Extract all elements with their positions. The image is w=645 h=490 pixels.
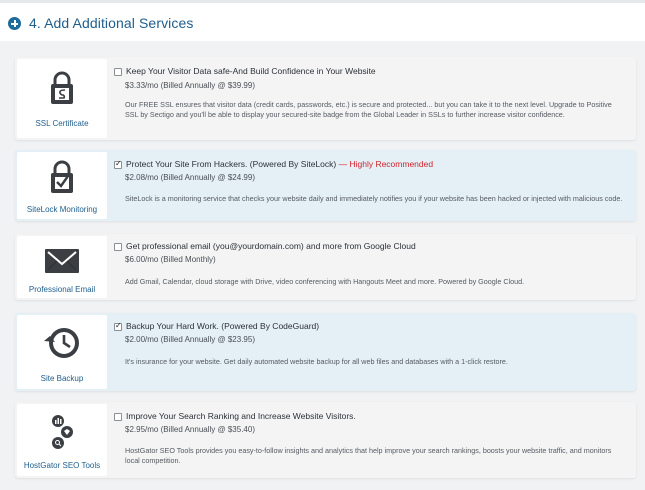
service-description: Add Gmail, Calendar, cloud storage with … [125, 277, 525, 286]
service-headline: Get professional email (you@yourdomain.c… [126, 241, 416, 251]
service-name: SiteLock Monitoring [26, 205, 98, 214]
service-checkbox[interactable] [114, 159, 122, 169]
service-card-sitelock: SiteLock Monitoring Protect Your Site Fr… [15, 150, 636, 221]
service-card-backup: Site Backup Backup Your Hard Work. (Powe… [15, 313, 636, 391]
envelope-icon [17, 248, 107, 274]
service-card-email: Professional Email Get professional emai… [15, 234, 636, 300]
service-name: Site Backup [40, 374, 84, 383]
service-icon-box: SSL Certificate [17, 59, 107, 138]
service-price: $2.00/mo (Billed Annually @ $23.95) [125, 335, 255, 344]
service-checkbox[interactable] [114, 68, 122, 76]
service-headline: Protect Your Site From Hackers. (Powered… [126, 159, 434, 169]
service-checkbox[interactable] [114, 321, 122, 331]
service-description: HostGator SEO Tools provides you easy-to… [125, 446, 612, 465]
service-price: $2.08/mo (Billed Annually @ $24.99) [125, 173, 255, 182]
service-name: HostGator SEO Tools [23, 461, 101, 470]
service-card-seo: HostGator SEO Tools Improve Your Search … [15, 402, 636, 478]
service-price: $6.00/mo (Billed Monthly) [125, 255, 216, 264]
clock-backup-icon [17, 324, 107, 362]
seo-tools-icon [17, 412, 107, 452]
service-card-ssl: SSL Certificate Keep Your Visitor Data s… [15, 57, 636, 140]
service-headline: Improve Your Search Ranking and Increase… [126, 411, 356, 421]
lock-check-icon [17, 160, 107, 194]
service-name: Professional Email [28, 285, 96, 294]
service-checkbox[interactable] [114, 413, 122, 421]
plus-circle-icon[interactable] [8, 17, 21, 30]
section-title: 4. Add Additional Services [29, 15, 194, 31]
section-header[interactable]: 4. Add Additional Services [0, 3, 645, 41]
service-icon-box: Site Backup [17, 315, 107, 389]
service-description: Our FREE SSL ensures that visitor data (… [125, 100, 612, 119]
service-icon-box: SiteLock Monitoring [17, 152, 107, 219]
service-headline: Backup Your Hard Work. (Powered By CodeG… [126, 321, 320, 331]
service-icon-box: Professional Email [17, 236, 107, 298]
service-description: SiteLock is a monitoring service that ch… [125, 194, 623, 203]
service-price: $3.33/mo (Billed Annually @ $39.99) [125, 81, 255, 90]
service-name: SSL Certificate [35, 119, 89, 128]
service-checkbox[interactable] [114, 243, 122, 251]
highly-recommended-label: — Highly Recommended [336, 159, 434, 169]
service-headline: Keep Your Visitor Data safe-And Build Co… [126, 66, 376, 76]
service-price: $2.95/mo (Billed Annually @ $35.40) [125, 425, 255, 434]
service-icon-box: HostGator SEO Tools [17, 404, 107, 476]
lock-certificate-icon [17, 71, 107, 105]
service-description: It's insurance for your website. Get dai… [125, 357, 508, 366]
